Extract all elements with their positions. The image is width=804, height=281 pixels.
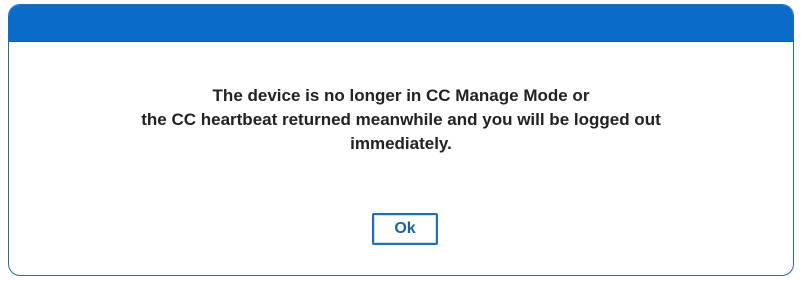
dialog-body: The device is no longer in CC Manage Mod… — [9, 42, 793, 275]
dialog-header-bar — [9, 5, 793, 42]
dialog-message: The device is no longer in CC Manage Mod… — [9, 84, 793, 156]
logout-dialog: The device is no longer in CC Manage Mod… — [8, 4, 794, 276]
message-line-1: The device is no longer in CC Manage Mod… — [212, 86, 590, 105]
message-line-3: immediately. — [350, 134, 452, 153]
message-line-2: the CC heartbeat returned meanwhile and … — [141, 110, 661, 129]
ok-button[interactable]: Ok — [372, 213, 438, 245]
